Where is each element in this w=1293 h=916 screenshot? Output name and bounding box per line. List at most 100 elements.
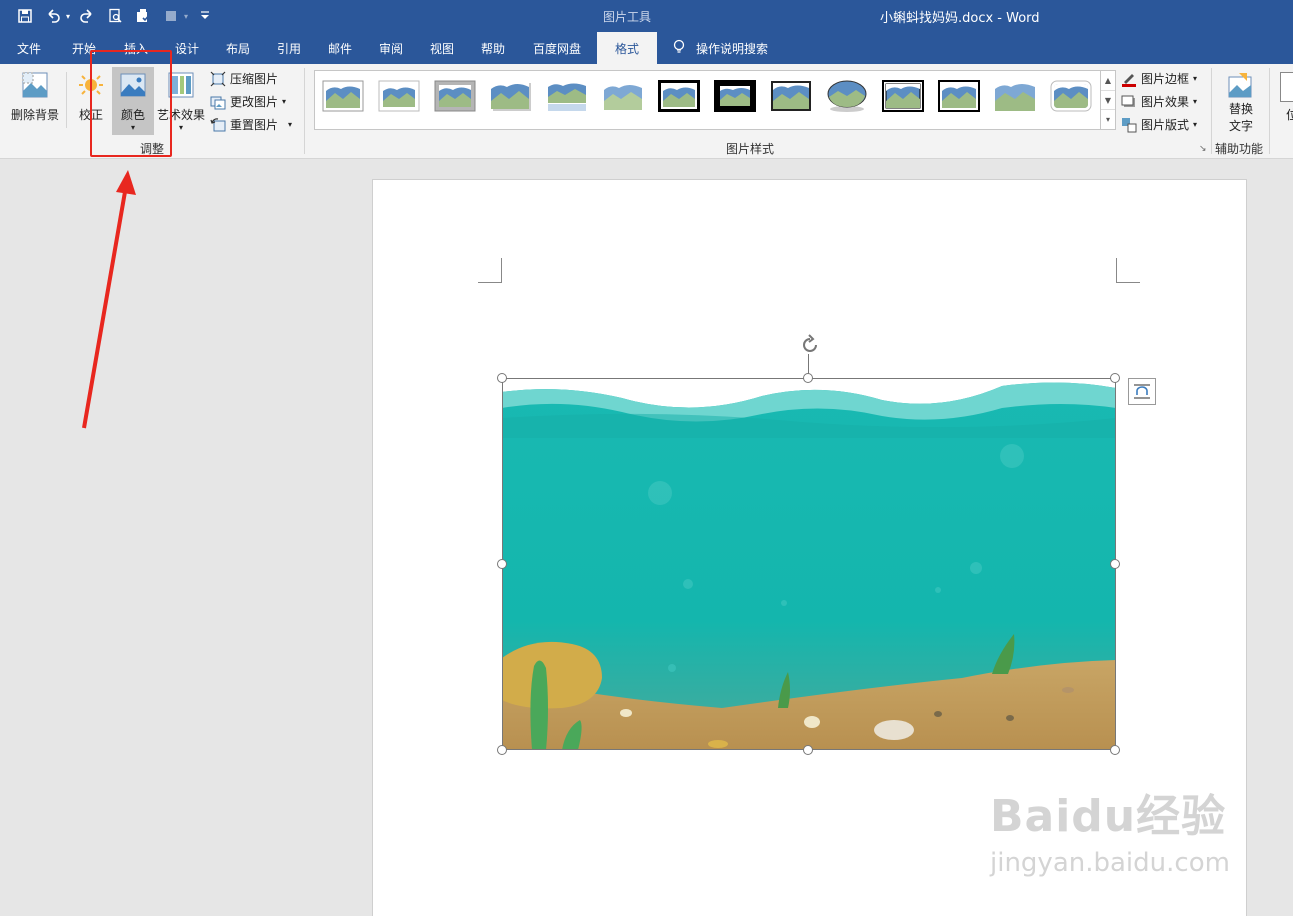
style-soft-edge[interactable] <box>601 79 645 113</box>
style-perspective[interactable] <box>993 79 1037 113</box>
compress-pictures-button[interactable]: 压缩图片 <box>210 70 278 87</box>
tab-review[interactable]: 审阅 <box>366 32 416 64</box>
style-moderate-frame-black[interactable] <box>937 79 981 113</box>
ribbon-tabs: 文件 开始 插入 设计 布局 引用 邮件 审阅 视图 帮助 百度网盘 格式 操作… <box>0 32 1293 64</box>
picture-border-button[interactable]: 图片边框 ▾ <box>1121 70 1197 87</box>
reset-picture-button[interactable]: 重置图片 ▾ <box>210 116 292 133</box>
reset-picture-label: 重置图片 <box>230 118 279 132</box>
resize-handle-bottom-right[interactable] <box>1110 745 1120 755</box>
alt-text-button[interactable]: 替换 文字 <box>1218 70 1264 134</box>
ribbon-panel: 删除背景 校正 颜色 ▾ 艺术效果 ▾ 压缩图片 更改图片 ▾ 重置图片 ▾ 调… <box>0 64 1293 159</box>
style-simple-frame-white[interactable] <box>321 79 365 113</box>
picture-border-label: 图片边框 <box>1141 72 1190 86</box>
customize-icon[interactable] <box>194 6 216 26</box>
effects-dropdown-icon: ▾ <box>1193 97 1198 106</box>
change-picture-label: 更改图片 <box>230 95 279 109</box>
watermark-sub: jingyan.baidu.com <box>990 848 1230 878</box>
gallery-down-icon[interactable]: ▼ <box>1101 91 1115 111</box>
title-bar: ▾ ▾ 图片工具 小蝌蚪找妈妈.docx - Word <box>0 0 1293 32</box>
picture-tools-context: 图片工具 <box>597 0 657 32</box>
tab-baidu-netdisk[interactable]: 百度网盘 <box>518 32 596 64</box>
divider <box>1211 68 1212 154</box>
style-rounded-rectangle[interactable] <box>1049 79 1093 113</box>
compress-icon <box>210 71 226 87</box>
resize-handle-bottom[interactable] <box>803 745 813 755</box>
change-picture-button[interactable]: 更改图片 ▾ <box>210 93 286 110</box>
resize-handle-top-left[interactable] <box>497 373 507 383</box>
baidu-watermark: Baidu经验 jingyan.baidu.com <box>990 780 1230 878</box>
gallery-scroll: ▲ ▼ ▾ <box>1100 70 1116 130</box>
tab-layout[interactable]: 布局 <box>212 32 264 64</box>
undo-icon[interactable] <box>42 6 64 26</box>
picture-styles-group-label: 图片样式 <box>726 142 775 156</box>
gallery-up-icon[interactable]: ▲ <box>1101 71 1115 91</box>
gallery-more-icon[interactable]: ▾ <box>1101 110 1115 129</box>
undo-dropdown-icon[interactable]: ▾ <box>66 12 70 21</box>
tab-view[interactable]: 视图 <box>416 32 468 64</box>
style-center-shadow[interactable] <box>881 79 925 113</box>
divider <box>1269 68 1270 154</box>
lightbulb-icon <box>672 39 686 58</box>
picture-effects-button[interactable]: 图片效果 ▾ <box>1121 93 1197 110</box>
picture-layout-button[interactable]: 图片版式 ▾ <box>1121 116 1197 133</box>
accessibility-group-label: 辅助功能 <box>1215 142 1264 156</box>
divider <box>304 68 305 154</box>
picture-effects-label: 图片效果 <box>1141 95 1190 109</box>
layout-options-button[interactable] <box>1128 378 1156 405</box>
annotation-box <box>90 50 172 157</box>
redo-icon[interactable] <box>76 6 98 26</box>
print-preview-icon[interactable] <box>104 6 126 26</box>
tell-me-label: 操作说明搜索 <box>696 41 769 56</box>
remove-background-button[interactable]: 删除背景 <box>8 70 62 123</box>
quick-access-toolbar: ▾ ▾ <box>14 6 216 26</box>
style-beveled-matte-white[interactable] <box>377 79 421 113</box>
remove-background-icon <box>20 70 50 100</box>
position-icon[interactable] <box>1280 72 1293 102</box>
style-metal-frame[interactable] <box>433 79 477 113</box>
margin-mark-left <box>478 258 502 283</box>
resize-handle-top-right[interactable] <box>1110 373 1120 383</box>
reset-dropdown-icon: ▾ <box>288 120 293 129</box>
border-dropdown-icon: ▾ <box>1193 74 1198 83</box>
style-reflected[interactable] <box>545 79 589 113</box>
style-simple-frame-black[interactable] <box>769 79 813 113</box>
touch-mode-icon[interactable] <box>160 6 182 26</box>
artistic-dropdown-icon: ▾ <box>178 123 183 132</box>
alt-text-label-1: 替换 <box>1228 102 1253 116</box>
reset-picture-icon <box>210 117 226 133</box>
style-double-frame-black[interactable] <box>657 79 701 113</box>
change-dropdown-icon: ▾ <box>282 97 287 106</box>
resize-handle-left[interactable] <box>497 559 507 569</box>
tell-me-search[interactable]: 操作说明搜索 <box>672 32 768 64</box>
touch-dropdown-icon[interactable]: ▾ <box>184 12 188 21</box>
alt-text-label-2: 文字 <box>1228 119 1253 133</box>
rotate-handle-icon[interactable] <box>799 334 821 356</box>
tab-file[interactable]: 文件 <box>0 32 58 64</box>
spelling-icon[interactable] <box>132 6 154 26</box>
document-title: 小蝌蚪找妈妈.docx - Word <box>880 11 1040 26</box>
resize-handle-right[interactable] <box>1110 559 1120 569</box>
change-picture-icon <box>210 94 226 110</box>
resize-handle-bottom-left[interactable] <box>497 745 507 755</box>
position-label: 位 <box>1286 108 1293 122</box>
remove-background-label: 删除背景 <box>10 108 59 122</box>
pen-icon <box>1121 71 1137 87</box>
tab-help[interactable]: 帮助 <box>468 32 518 64</box>
resize-handle-top[interactable] <box>803 373 813 383</box>
tab-references[interactable]: 引用 <box>264 32 314 64</box>
margin-mark-right <box>1116 258 1140 283</box>
style-drop-shadow[interactable] <box>489 79 533 113</box>
tab-format[interactable]: 格式 <box>597 32 657 64</box>
layout-options-icon <box>1134 384 1150 399</box>
divider <box>66 72 67 128</box>
tab-mailings[interactable]: 邮件 <box>314 32 366 64</box>
style-thick-matte-black[interactable] <box>713 79 757 113</box>
style-oval[interactable] <box>825 79 869 113</box>
dialog-launcher-icon[interactable]: ↘ <box>1199 144 1207 154</box>
watermark-main: Baidu经验 <box>990 791 1227 842</box>
alt-text-icon <box>1226 70 1256 100</box>
save-icon[interactable] <box>14 6 36 26</box>
layout-dropdown-icon: ▾ <box>1193 120 1198 129</box>
compress-label: 压缩图片 <box>230 72 279 86</box>
picture-styles-gallery <box>314 70 1116 130</box>
